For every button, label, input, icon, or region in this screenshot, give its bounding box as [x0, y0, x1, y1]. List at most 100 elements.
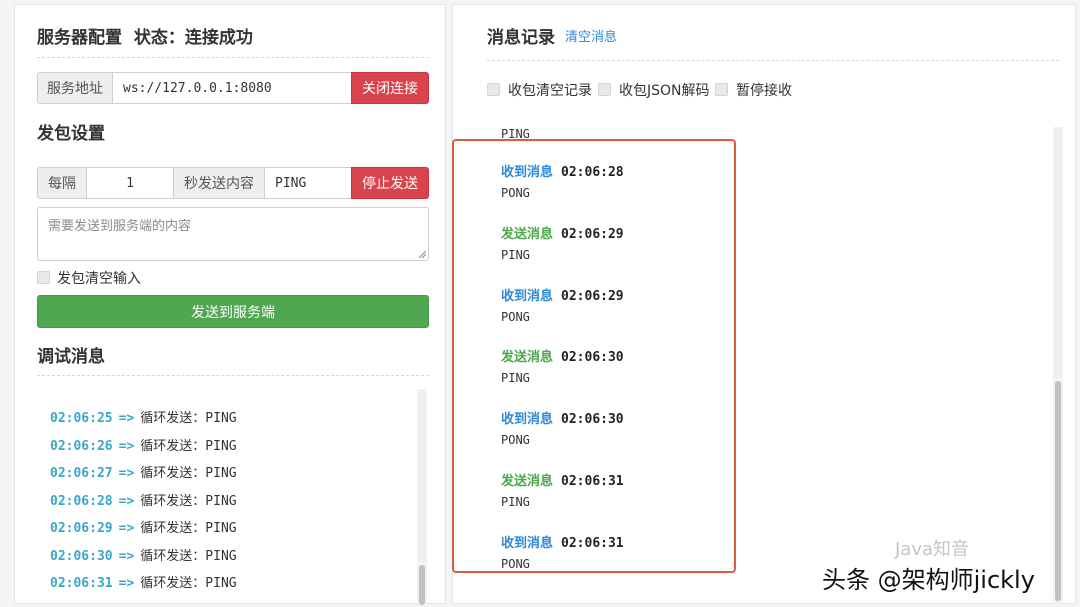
- log-text: 循环发送：: [140, 521, 206, 536]
- log-value: PING: [205, 576, 237, 591]
- message-header: 发送消息 02:06:31: [501, 470, 624, 489]
- debug-log-row: 02:06:25 => 循环发送：PING: [50, 407, 237, 426]
- log-value: PING: [205, 493, 237, 509]
- log-time: 02:06:26: [50, 438, 113, 454]
- log-time: 02:06:28: [50, 493, 113, 509]
- status-value: 连接成功: [184, 28, 253, 48]
- interval-prefix-addon: 每隔: [37, 167, 87, 199]
- message-item: 收到消息 02:06:28 PONG: [501, 161, 624, 200]
- log-text: 循环发送：: [140, 411, 206, 426]
- message-body: PONG: [501, 556, 530, 571]
- message-option-label: 收包清空记录: [508, 83, 592, 99]
- message-header: 收到消息 02:06:28: [501, 161, 624, 180]
- log-time: 02:06:31: [50, 576, 113, 591]
- message-item: 收到消息 02:06:31 PONG: [501, 532, 624, 571]
- message-item: 发送消息 02:06:30 PING: [501, 346, 624, 385]
- log-time: 02:06:27: [50, 466, 113, 481]
- log-text: 循环发送：: [140, 548, 206, 564]
- message-item: 发送消息 02:06:29 PING: [501, 223, 624, 262]
- log-arrow: =>: [118, 411, 135, 426]
- message-time: 02:06:29: [561, 288, 624, 304]
- divider: [37, 57, 429, 58]
- message-type: 收到消息: [501, 535, 554, 551]
- left-panel: 服务器配置 状态：连接成功 服务地址 ws://127.0.0.1:8080 关…: [14, 4, 446, 605]
- send-settings-title: 发包设置: [37, 124, 105, 144]
- log-text: 循环发送：: [140, 493, 206, 509]
- message-option-label: 暂停接收: [736, 83, 792, 99]
- message-time: 02:06:28: [561, 165, 624, 180]
- message-header: 收到消息 02:06:30: [501, 408, 624, 427]
- address-addon: 服务地址: [37, 72, 113, 104]
- message-records-title: 消息记录: [487, 28, 555, 48]
- debug-log-row: 02:06:28 => 循环发送：PING: [50, 490, 237, 509]
- log-value: PING: [205, 521, 237, 536]
- message-type: 发送消息: [501, 350, 554, 366]
- message-option-checkbox[interactable]: [487, 83, 500, 96]
- log-time: 02:06:25: [50, 411, 113, 426]
- message-body: PONG: [501, 433, 530, 448]
- debug-log-row: 02:06:30 => 循环发送：PING: [50, 545, 237, 564]
- log-arrow: =>: [118, 493, 135, 509]
- message-item: 发送消息 02:06:31 PING: [501, 470, 624, 509]
- debug-log-row: 02:06:29 => 循环发送：PING: [50, 517, 237, 536]
- log-value: PING: [205, 411, 237, 426]
- debug-log-row: 02:06:31 => 循环发送：PING: [50, 572, 237, 591]
- message-time: 02:06:29: [561, 226, 624, 242]
- debug-log: 02:06:25 => 循环发送：PING 02:06:26 => 循环发送：PING 02…: [37, 389, 429, 605]
- divider: [487, 60, 1059, 61]
- message-time: 02:06:31: [561, 474, 624, 489]
- message-time: 02:06:30: [561, 412, 624, 428]
- watermark-faint: Java知音: [895, 539, 970, 560]
- message-header: 收到消息 02:06:29: [501, 285, 624, 304]
- status-label: 状态：: [133, 28, 185, 48]
- message-body: PING: [501, 371, 530, 386]
- message-header: 发送消息 02:06:30: [501, 346, 624, 365]
- message-textarea[interactable]: 需要发送到服务端的内容: [37, 207, 429, 261]
- message-type: 收到消息: [501, 412, 554, 428]
- message-time: 02:06:30: [561, 350, 624, 366]
- loop-content-input[interactable]: PING: [264, 167, 352, 199]
- message-time: 02:06:31: [561, 535, 624, 551]
- log-time: 02:06:29: [50, 521, 113, 536]
- message-item: 收到消息 02:06:30 PONG: [501, 408, 624, 447]
- debug-log-row: 02:06:27 => 循环发送：PING: [50, 462, 237, 481]
- server-address-input[interactable]: ws://127.0.0.1:8080: [112, 72, 352, 104]
- close-connection-button[interactable]: 关闭连接: [351, 72, 429, 104]
- message-option-checkbox[interactable]: [715, 83, 728, 96]
- message-records-list: PING 收到消息 02:06:28 PONG 发送消息 02:06:29 PING 收到消…: [453, 127, 1053, 605]
- message-item: 收到消息 02:06:29 PONG: [501, 285, 624, 324]
- message-body: PONG: [501, 186, 530, 200]
- interval-suffix-addon: 秒发送内容: [173, 167, 265, 199]
- log-arrow: =>: [118, 548, 135, 564]
- clear-input-label: 发包清空输入: [57, 271, 141, 287]
- log-arrow: =>: [118, 576, 135, 591]
- message-body: PING: [501, 247, 530, 262]
- log-value: PING: [205, 548, 237, 564]
- send-to-server-button[interactable]: 发送到服务端: [37, 295, 429, 328]
- textarea-placeholder: 需要发送到服务端的内容: [48, 219, 192, 234]
- message-type: 收到消息: [501, 288, 554, 304]
- stop-sending-button[interactable]: 停止发送: [351, 167, 429, 199]
- log-text: 循环发送：: [140, 438, 206, 454]
- server-config-title: 服务器配置 状态：连接成功: [37, 28, 253, 48]
- log-arrow: =>: [118, 521, 135, 536]
- log-text: 循环发送：: [140, 466, 206, 481]
- interval-input[interactable]: 1: [86, 167, 174, 199]
- messages-scrollbar-thumb[interactable]: [1055, 381, 1061, 601]
- right-panel: 消息记录 清空消息 收包清空记录 收包JSON解码 暂停接收 PING 收到消息 02…: [452, 4, 1076, 605]
- message-option-checkbox[interactable]: [598, 83, 611, 96]
- message-type: 收到消息: [501, 165, 554, 180]
- clear-messages-link[interactable]: 清空消息: [565, 26, 617, 45]
- message-type: 发送消息: [501, 226, 554, 242]
- debug-title: 调试消息: [37, 347, 105, 367]
- log-arrow: =>: [118, 438, 135, 454]
- message-body: PING: [501, 495, 530, 509]
- debug-log-row: 02:06:26 => 循环发送：PING: [50, 435, 237, 454]
- clear-input-checkbox[interactable]: [37, 271, 50, 284]
- log-time: 02:06:30: [50, 548, 113, 564]
- resize-grip-icon[interactable]: [418, 250, 426, 258]
- partial-message-body: PING: [501, 127, 530, 141]
- debug-scrollbar-thumb[interactable]: [419, 565, 425, 605]
- log-value: PING: [205, 438, 237, 454]
- message-header: 收到消息 02:06:31: [501, 532, 624, 551]
